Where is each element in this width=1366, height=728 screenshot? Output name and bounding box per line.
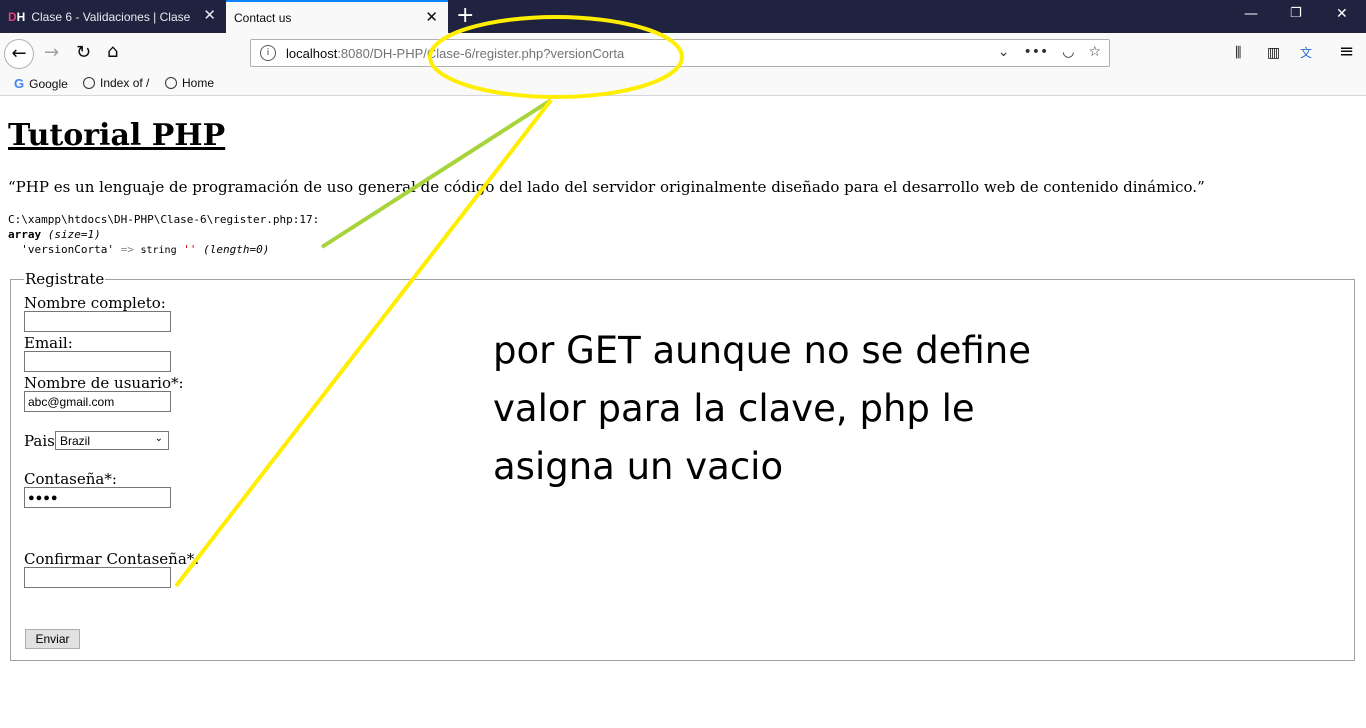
info-icon[interactable]: i: [260, 45, 276, 61]
page-quote: “PHP es un lenguaje de programación de u…: [8, 178, 1205, 196]
globe-icon: [83, 77, 95, 89]
home-icon[interactable]: ⌂: [107, 42, 118, 62]
navigation-toolbar: ← → ↻ ⌂ i localhost:8080/DH-PHP/Clase-6/…: [0, 33, 1366, 73]
dump-value: '': [183, 243, 197, 256]
tab-contact-us[interactable]: Contact us ✕: [226, 0, 448, 33]
annotation-line: por GET aunque no se define: [493, 329, 1031, 372]
reload-icon[interactable]: ↻: [76, 43, 91, 63]
library-icon[interactable]: ⫼: [1235, 43, 1241, 63]
tab-bar: DH Clase 6 - Validaciones | Clase 6 ✕ Co…: [0, 0, 1366, 33]
tab-clase-6[interactable]: DH Clase 6 - Validaciones | Clase 6 ✕: [0, 0, 226, 33]
tab-label: Clase 6 - Validaciones | Clase 6: [31, 9, 192, 24]
sidebar-icon[interactable]: ▥: [1267, 43, 1280, 63]
tab-label: Contact us: [234, 10, 292, 25]
email-input[interactable]: [24, 351, 171, 372]
bookmark-label: Google: [29, 76, 68, 91]
var-dump-output: C:\xampp\htdocs\DH-PHP\Clase-6\register.…: [8, 212, 319, 258]
submit-button[interactable]: Enviar: [25, 629, 80, 649]
dump-vtype: string: [140, 245, 177, 256]
fieldset-legend: Registrate: [25, 270, 105, 288]
pocket-icon[interactable]: ◡: [1062, 44, 1074, 60]
dump-length: (length=0): [203, 243, 270, 256]
annotation-note: por GET aunque no se define valor para l…: [493, 322, 1133, 496]
email-label: Email:: [24, 334, 73, 352]
country-select[interactable]: Brazil ⌄: [55, 431, 169, 450]
url-bar[interactable]: i localhost:8080/DH-PHP/Clase-6/register…: [250, 39, 1110, 67]
dump-arrow: =>: [120, 243, 134, 256]
country-selected-value: Brazil: [60, 433, 91, 448]
google-icon: G: [14, 76, 25, 91]
url-host: localhost: [286, 45, 338, 61]
minimize-icon[interactable]: —: [1244, 6, 1258, 22]
username-label: Nombre de usuario*:: [24, 374, 184, 392]
close-tab-icon[interactable]: ✕: [203, 8, 216, 23]
full-name-input[interactable]: [24, 311, 171, 332]
dh-favicon-icon: DH: [8, 9, 26, 24]
page-title: Tutorial PHP: [8, 118, 226, 153]
password-label: Contaseña*:: [24, 470, 117, 488]
full-name-label: Nombre completo:: [24, 294, 166, 312]
dump-key: 'versionCorta': [21, 243, 114, 256]
url-path: :8080/DH-PHP/Clase-6/register.php?versio…: [337, 45, 625, 61]
bookmark-label: Home: [182, 76, 215, 90]
dump-size: (size=1): [47, 228, 101, 241]
restore-icon[interactable]: ❐: [1290, 6, 1302, 21]
more-actions-icon[interactable]: •••: [1023, 44, 1048, 60]
bookmark-home[interactable]: Home: [165, 76, 214, 90]
username-input[interactable]: [24, 391, 171, 412]
globe-icon: [165, 77, 177, 89]
chevron-down-icon[interactable]: ⌄: [998, 44, 1010, 60]
dump-path: C:\xampp\htdocs\DH-PHP\Clase-6\register.…: [8, 213, 320, 226]
new-tab-icon[interactable]: +: [456, 4, 474, 28]
confirm-password-input[interactable]: [24, 567, 171, 588]
forward-button[interactable]: →: [44, 43, 59, 63]
bookmark-star-icon[interactable]: ☆: [1088, 44, 1101, 60]
bookmark-label: Index of /: [100, 76, 150, 90]
dump-type: array: [8, 228, 42, 241]
password-input[interactable]: ●●●●: [24, 487, 171, 508]
country-label: Pais: [24, 432, 55, 450]
back-button[interactable]: ←: [4, 39, 34, 69]
confirm-password-label: Confirmar Contaseña*:: [24, 550, 200, 568]
bookmarks-toolbar: G Google Index of / Home: [0, 73, 1366, 96]
menu-icon[interactable]: ≡: [1339, 42, 1354, 62]
highlight-line-to-dump: [320, 98, 553, 249]
annotation-line: asigna un vacio: [493, 445, 784, 488]
bookmark-google[interactable]: G Google: [14, 76, 68, 91]
close-tab-icon[interactable]: ✕: [425, 10, 438, 25]
annotation-line: valor para la clave, php le: [493, 387, 975, 430]
chevron-down-icon: ⌄: [154, 433, 163, 444]
window-close-icon[interactable]: ✕: [1336, 6, 1348, 22]
bookmark-index[interactable]: Index of /: [83, 76, 149, 90]
translate-icon[interactable]: 文: [1300, 43, 1312, 63]
arrow-left-icon: ←: [11, 43, 27, 64]
